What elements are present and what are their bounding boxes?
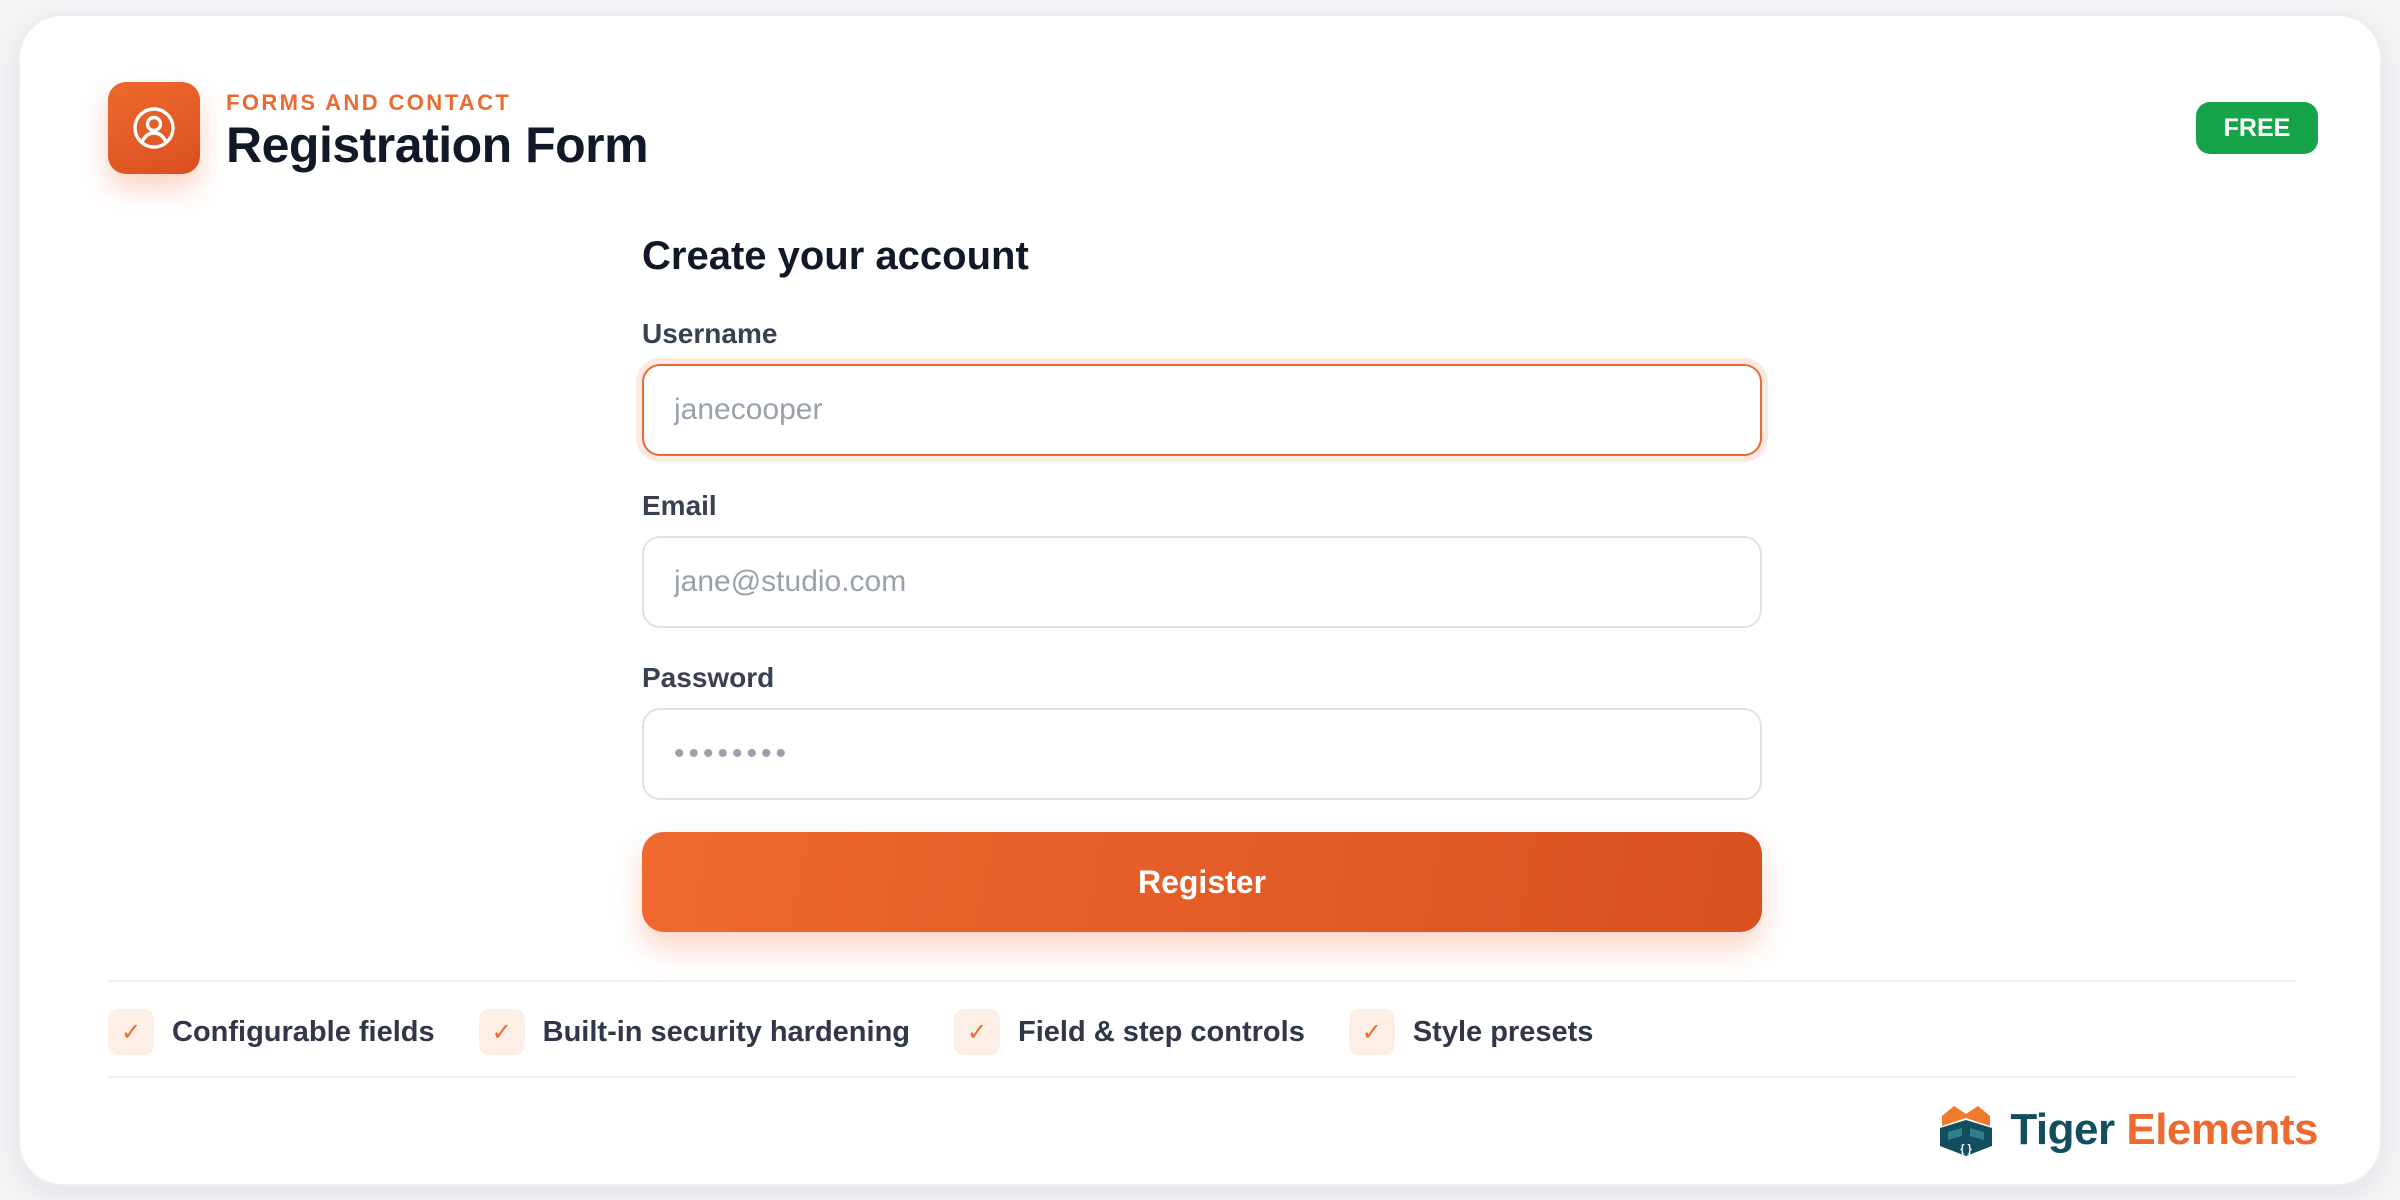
- feature-item: ✓ Field & step controls: [954, 1009, 1305, 1055]
- feature-label: Configurable fields: [172, 1015, 435, 1048]
- feature-label: Built-in security hardening: [542, 1015, 911, 1048]
- check-icon: ✓: [108, 1009, 154, 1055]
- brand-logo: { } Tiger Elements: [1936, 1096, 2318, 1164]
- username-input[interactable]: [642, 364, 1762, 456]
- feature-list: ✓ Configurable fields ✓ Built-in securit…: [108, 1006, 1637, 1058]
- feature-label: Style presets: [1412, 1015, 1594, 1048]
- divider-bottom: [108, 1076, 2296, 1078]
- register-button[interactable]: Register: [642, 832, 1762, 932]
- divider-top: [108, 980, 2296, 982]
- email-input[interactable]: [642, 536, 1762, 628]
- username-label: Username: [642, 318, 778, 349]
- check-icon: ✓: [954, 1009, 1001, 1055]
- tiger-elements-logo-icon: { }: [1940, 1106, 1993, 1156]
- svg-text:{ }: { }: [1961, 1143, 1973, 1155]
- category-eyebrow: FORMS AND CONTACT: [226, 90, 512, 115]
- feature-item: ✓ Built-in security hardening: [478, 1009, 911, 1055]
- page-title: Registration Form: [226, 117, 649, 173]
- form-heading: Create your account: [642, 234, 1029, 278]
- widget-card: FORMS AND CONTACT Registration Form FREE…: [18, 14, 2382, 1186]
- check-icon: ✓: [1348, 1009, 1395, 1055]
- brand-name-elements: Elements: [2126, 1105, 2318, 1154]
- feature-item: ✓ Configurable fields: [108, 1009, 435, 1055]
- check-icon: ✓: [478, 1009, 525, 1055]
- email-label: Email: [642, 490, 717, 521]
- user-circle-icon: [108, 82, 200, 174]
- password-label: Password: [642, 662, 775, 693]
- password-input[interactable]: [642, 708, 1762, 800]
- brand-name-tiger: Tiger: [2010, 1105, 2115, 1154]
- feature-item: ✓ Style presets: [1348, 1009, 1594, 1055]
- free-badge: FREE: [2196, 102, 2318, 154]
- feature-label: Field & step controls: [1018, 1015, 1305, 1048]
